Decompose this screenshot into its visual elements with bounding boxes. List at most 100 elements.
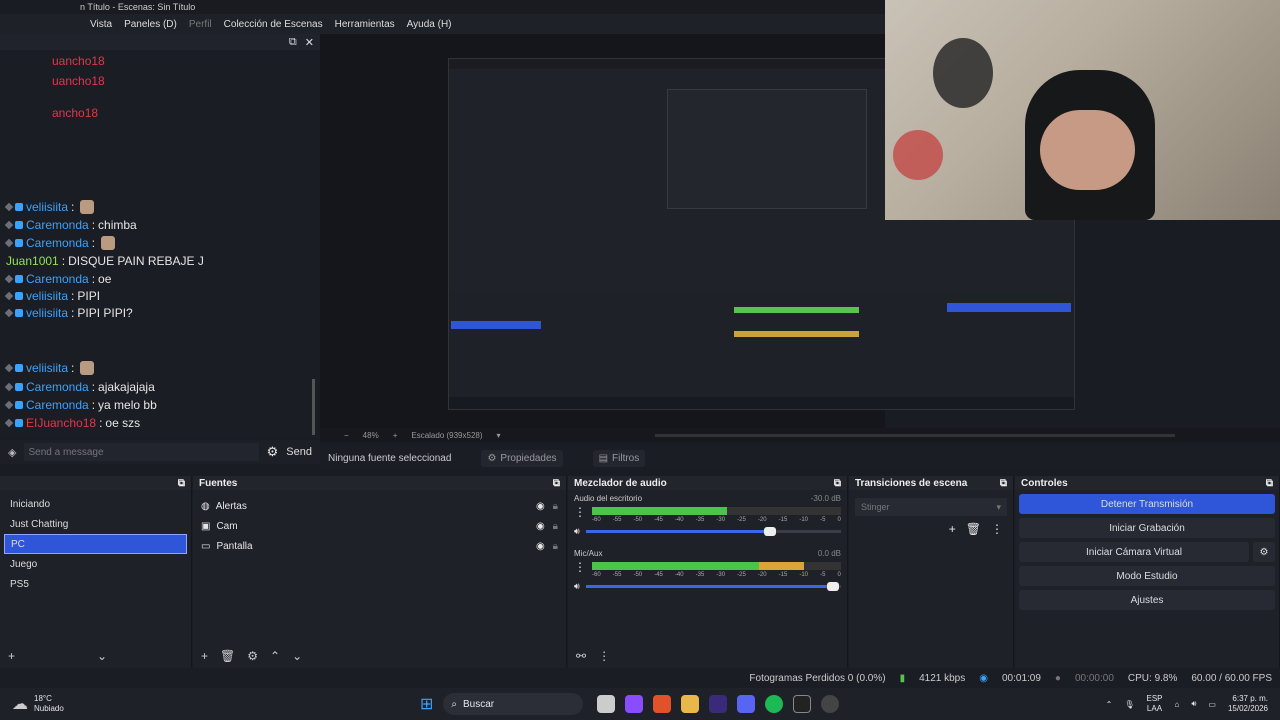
menu-vista[interactable]: Vista [90,19,112,30]
menu-coleccion[interactable]: Colección de Escenas [224,19,323,30]
chat-username[interactable]: Caremonda [26,380,89,394]
chat-username[interactable]: veliisiita [26,306,68,320]
move-down-icon[interactable]: ⌄ [292,649,302,663]
trash-icon[interactable]: 🗑︎ [966,522,981,536]
chat-input[interactable] [24,443,259,461]
source-item[interactable]: ▣ Cam ◉ 🔒︎ [193,516,566,536]
transition-select[interactable]: Stinger ▾ [855,498,1007,516]
chat-username[interactable]: Caremonda [26,398,89,412]
obs-app-icon[interactable] [709,695,728,713]
slider-handle[interactable] [763,527,776,536]
lock-icon[interactable]: 🔒︎ [553,521,558,532]
properties-button[interactable]: ⚙ Propiedades [481,449,563,467]
language-indicator[interactable]: ESP LAA [1146,694,1162,714]
clock[interactable]: 6:37 p. m. 15/02/2026 [1228,694,1268,714]
dock-float-icon[interactable]: ⧉ [1000,478,1007,489]
copilot-icon[interactable] [625,695,644,713]
move-up-icon[interactable]: ⌃ [270,649,280,663]
more-icon[interactable]: ⋮ [991,522,1003,536]
dock-float-icon[interactable]: ⧉ [553,478,560,489]
start-recording-button[interactable]: Iniciar Grabación [1019,518,1275,538]
filters-button[interactable]: ▤ Filtros [592,449,646,467]
link-icon[interactable]: ⚯ [576,649,586,663]
chat-username[interactable]: Juan1001 [6,254,59,268]
chat-username[interactable]: Caremonda [26,236,89,250]
stop-streaming-button[interactable]: Detener Transmisión [1019,494,1275,514]
source-item[interactable]: ◍ Alertas ◉ 🔒︎ [193,496,566,516]
dock-float-icon[interactable]: ⧉ [178,478,185,489]
scenes-header: ⧉ [0,476,191,490]
spotify-icon[interactable] [765,695,784,713]
channel-menu-icon[interactable]: ⋮ [574,560,586,574]
bits-icon[interactable]: ◈ [8,446,16,459]
speaker-icon[interactable]: 🔊︎ [574,581,580,592]
scene-item[interactable]: Iniciando [4,494,187,514]
menu-paneles[interactable]: Paneles (D) [124,19,177,30]
trash-icon[interactable]: 🗑︎ [220,649,235,663]
settings-gear-icon[interactable]: ⚙ [267,444,279,460]
scene-item[interactable]: Juego [4,554,187,574]
menu-herramientas[interactable]: Herramientas [335,19,395,30]
add-icon[interactable]: + [949,522,956,536]
gear-icon[interactable]: ⚙ [247,649,258,663]
menu-perfil[interactable]: Perfil [189,19,212,30]
zoom-in-button[interactable]: + [393,431,398,440]
audio-app-icon[interactable] [793,695,812,713]
studio-mode-button[interactable]: Modo Estudio [1019,566,1275,586]
windows-start-icon[interactable]: ⊞ [420,694,433,714]
chevron-down-icon[interactable]: ⌄ [97,649,107,663]
chat-username[interactable]: veliisiita [26,289,68,303]
chat-username[interactable]: veliisiita [26,200,68,214]
chevron-down-icon[interactable]: ▾ [497,431,501,440]
sources-dock: Fuentes ⧉ ◍ Alertas ◉ 🔒︎ ▣ Cam ◉ 🔒︎ ▭ Pantalla… [193,476,567,668]
scaling-label[interactable]: Escalado (939x528) [411,431,482,440]
mic-icon[interactable]: 🎙︎ [1124,700,1134,709]
chat-username[interactable]: Caremonda [26,272,89,286]
chat-scrollbar[interactable] [312,379,315,435]
more-icon[interactable]: ⋮ [598,649,610,663]
task-view-icon[interactable] [597,695,616,713]
chat-username[interactable]: EIJuancho18 [26,416,96,430]
taskbar-search[interactable]: ⌕ Buscar [443,693,584,715]
chat-message: Caremonda: ya melo bb [4,398,157,412]
scene-item[interactable]: PS5 [4,574,187,594]
popout-icon[interactable]: ⧉ [289,36,297,49]
add-icon[interactable]: + [8,649,15,663]
scene-item-selected[interactable]: PC [4,534,187,554]
channel-menu-icon[interactable]: ⋮ [574,505,586,519]
chevron-up-icon[interactable]: ⌃ [1106,700,1113,709]
slider-handle[interactable] [827,582,840,591]
network-icon[interactable]: ⌂ [1175,700,1180,709]
add-icon[interactable]: + [201,649,208,663]
dock-float-icon[interactable]: ⧉ [1266,478,1273,489]
chat-username[interactable]: Caremonda [26,218,89,232]
source-item[interactable]: ▭ Pantalla ◉ 🔒︎ [193,536,566,556]
file-explorer-icon[interactable] [681,695,700,713]
volume-icon[interactable]: 🔊︎ [1191,699,1196,709]
battery-icon[interactable]: ▭ [1208,700,1216,709]
lock-icon[interactable]: 🔒︎ [553,541,558,552]
scene-item[interactable]: Just Chatting [4,514,187,534]
zoom-out-button[interactable]: − [344,431,349,440]
lock-icon[interactable]: 🔒︎ [553,501,558,512]
eye-icon[interactable]: ◉ [536,521,545,532]
close-icon[interactable]: ✕ [305,36,314,49]
chat-text: ya melo bb [98,398,157,412]
send-button[interactable]: Send [286,446,312,458]
volume-slider[interactable] [585,582,841,591]
start-virtual-camera-button[interactable]: Iniciar Cámara Virtual [1019,542,1249,562]
weather-widget[interactable]: ☁ 18°C Nubiado [0,694,300,714]
brave-icon[interactable] [653,695,672,713]
eye-icon[interactable]: ◉ [536,501,545,512]
preview-scrollbar[interactable] [654,433,1175,437]
settings-button[interactable]: Ajustes [1019,590,1275,610]
discord-icon[interactable] [737,695,756,713]
menu-ayuda[interactable]: Ayuda (H) [407,19,452,30]
virtual-camera-gear-icon[interactable]: ⚙ [1253,542,1275,562]
obs-studio-icon[interactable] [821,695,840,713]
chat-username[interactable]: veliisiita [26,361,68,375]
volume-slider[interactable] [585,527,841,536]
speaker-icon[interactable]: 🔊︎ [574,526,580,537]
eye-icon[interactable]: ◉ [536,541,545,552]
dock-float-icon[interactable]: ⧉ [834,478,841,489]
